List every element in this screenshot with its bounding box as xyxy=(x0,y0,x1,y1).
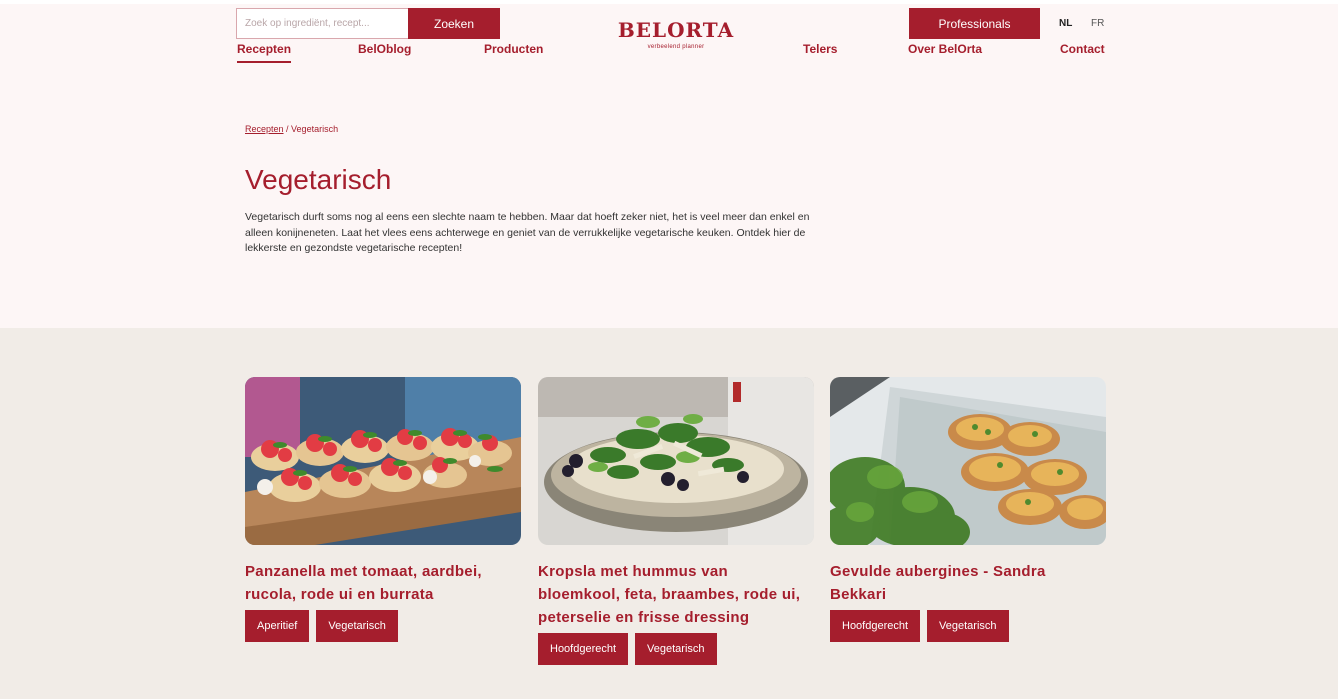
tag-button[interactable]: Aperitief xyxy=(245,610,310,642)
tag-button[interactable]: Hoofdgerecht xyxy=(830,610,921,642)
recipe-tags: Aperitief Vegetarisch xyxy=(245,610,521,642)
page-intro: Vegetarisch durft soms nog al eens een s… xyxy=(245,211,810,254)
nav-contact[interactable]: Contact xyxy=(1060,42,1105,56)
recipe-title[interactable]: Kropsla met hummus van bloemkool, feta, … xyxy=(538,560,814,629)
recipe-card[interactable]: Kropsla met hummus van bloemkool, feta, … xyxy=(538,377,814,665)
breadcrumb-separator: / xyxy=(283,124,292,134)
lang-fr-link[interactable]: FR xyxy=(1091,18,1104,29)
recipe-tags: Hoofdgerecht Vegetarisch xyxy=(830,610,1106,642)
lang-nl-link[interactable]: NL xyxy=(1059,18,1072,29)
tag-button[interactable]: Vegetarisch xyxy=(316,610,398,642)
logo-wordmark: BELORTA xyxy=(617,18,735,42)
search-input[interactable] xyxy=(236,8,408,39)
tag-button[interactable]: Vegetarisch xyxy=(635,633,717,665)
tag-button[interactable]: Hoofdgerecht xyxy=(538,633,629,665)
nav-over-belorta[interactable]: Over BelOrta xyxy=(908,42,982,56)
recipe-card[interactable]: Panzanella met tomaat, aardbei, rucola, … xyxy=(245,377,521,642)
page: Zoeken BELORTA verbeelend planner Profes… xyxy=(0,4,1338,699)
page-title: Vegetarisch xyxy=(245,164,392,195)
nav-recepten[interactable]: Recepten xyxy=(237,42,292,63)
breadcrumb-current: Vegetarisch xyxy=(291,124,339,134)
breadcrumb: Recepten / Vegetarisch xyxy=(245,124,338,134)
recipe-photo-panzanella[interactable] xyxy=(245,377,521,545)
search-form: Zoeken xyxy=(236,8,500,39)
breadcrumb-parent-link[interactable]: Recepten xyxy=(245,124,284,134)
belorta-logo[interactable]: BELORTA verbeelend planner xyxy=(612,18,740,50)
logo-tagline: verbeelend planner xyxy=(647,44,705,50)
nav-telers[interactable]: Telers xyxy=(803,42,837,56)
nav-producten[interactable]: Producten xyxy=(484,42,543,56)
recipe-photo-aubergines[interactable] xyxy=(830,377,1106,545)
professionals-button[interactable]: Professionals xyxy=(909,8,1040,39)
tag-button[interactable]: Vegetarisch xyxy=(927,610,1009,642)
search-button[interactable]: Zoeken xyxy=(408,8,500,39)
recipe-title[interactable]: Gevulde aubergines - Sandra Bekkari xyxy=(830,560,1106,606)
nav-beloblog[interactable]: BelOblog xyxy=(358,42,411,56)
recipe-card[interactable]: Gevulde aubergines - Sandra Bekkari Hoof… xyxy=(830,377,1106,642)
recipe-tags: Hoofdgerecht Vegetarisch xyxy=(538,633,814,665)
recipe-title[interactable]: Panzanella met tomaat, aardbei, rucola, … xyxy=(245,560,521,606)
recipe-photo-kropsla[interactable] xyxy=(538,377,814,545)
